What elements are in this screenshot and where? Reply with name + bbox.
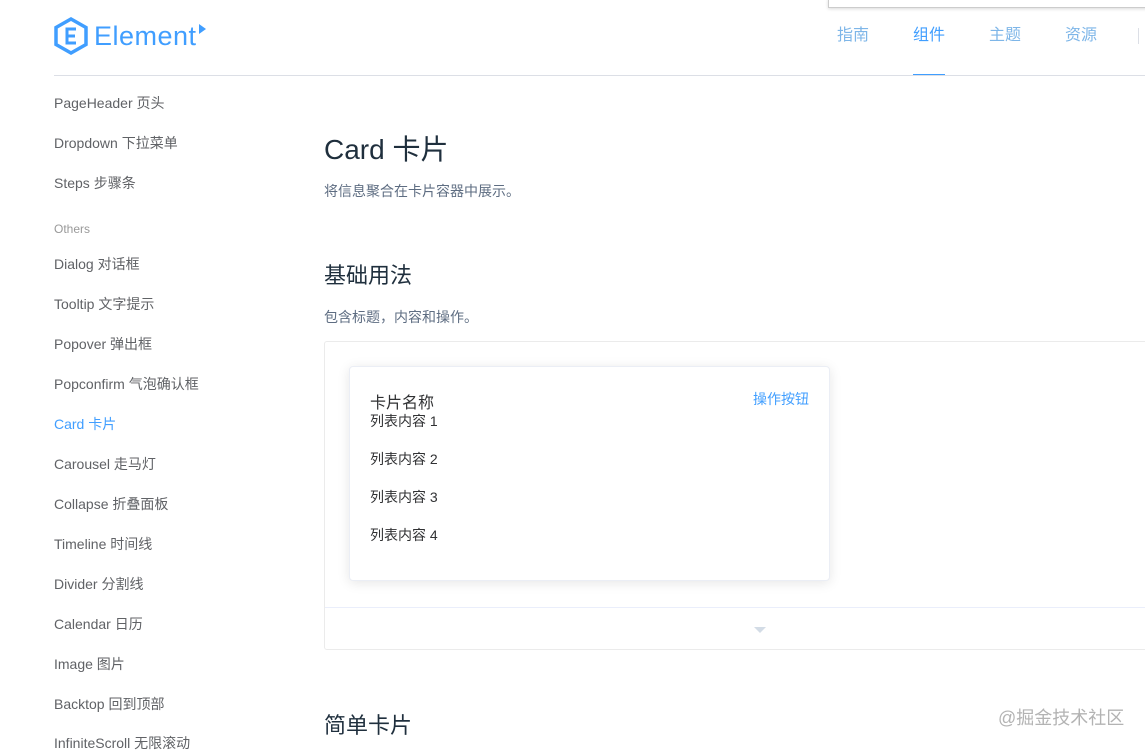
logo-text: Element bbox=[94, 20, 197, 51]
card-list-item: 列表内容 3 bbox=[370, 489, 438, 505]
sidebar-item-infinitescroll[interactable]: InfiniteScroll 无限滚动 bbox=[54, 733, 190, 753]
sidebar-item-pageheader[interactable]: PageHeader 页头 bbox=[54, 93, 165, 113]
sidebar-item-collapse[interactable]: Collapse 折叠面板 bbox=[54, 494, 168, 514]
card-action-button[interactable]: 操作按钮 bbox=[753, 389, 809, 409]
sidebar-item-dialog[interactable]: Dialog 对话框 bbox=[54, 254, 140, 274]
card-title: 卡片名称 bbox=[370, 395, 435, 412]
page-title: Card 卡片 bbox=[324, 134, 449, 165]
sidebar-item-popover[interactable]: Popover 弹出框 bbox=[54, 334, 152, 354]
card-list-item: 列表内容 1 bbox=[370, 413, 438, 429]
sidebar-item-popconfirm[interactable]: Popconfirm 气泡确认框 bbox=[54, 374, 199, 394]
sidebar-group-others: Others bbox=[54, 222, 91, 236]
sidebar-item-image[interactable]: Image 图片 bbox=[54, 654, 125, 674]
card-list-item: 列表内容 4 bbox=[370, 527, 438, 543]
header-divider bbox=[54, 75, 1145, 76]
element-logo[interactable]: Element bbox=[54, 16, 206, 56]
nav-separator bbox=[1138, 28, 1139, 44]
demo-expand-bar[interactable] bbox=[325, 607, 1145, 651]
element-logo-icon bbox=[54, 17, 88, 55]
sidebar-item-divider[interactable]: Divider 分割线 bbox=[54, 574, 143, 594]
sidebar-item-backtop[interactable]: Backtop 回到顶部 bbox=[54, 694, 164, 714]
section-title-simple: 简单卡片 bbox=[324, 713, 413, 738]
page-description: 将信息聚合在卡片容器中展示。 bbox=[324, 183, 520, 199]
watermark: @掘金技术社区 bbox=[998, 708, 1125, 728]
nav-theme[interactable]: 主题 bbox=[989, 0, 1021, 76]
sidebar-item-carousel[interactable]: Carousel 走马灯 bbox=[54, 454, 156, 474]
section-description-basic: 包含标题，内容和操作。 bbox=[324, 309, 478, 325]
card-list-item: 列表内容 2 bbox=[370, 451, 438, 467]
sidebar-item-calendar[interactable]: Calendar 日历 bbox=[54, 614, 143, 634]
sidebar-item-tooltip[interactable]: Tooltip 文字提示 bbox=[54, 294, 154, 314]
search-popup[interactable] bbox=[828, 0, 1145, 8]
nav-guide[interactable]: 指南 bbox=[837, 0, 869, 76]
top-header: Element 指南 组件 主题 资源 bbox=[0, 0, 1145, 76]
card: 卡片名称 操作按钮 列表内容 1 列表内容 2 列表内容 3 列表内容 4 bbox=[349, 366, 830, 581]
nav-resource[interactable]: 资源 bbox=[1065, 0, 1097, 76]
nav-component[interactable]: 组件 bbox=[913, 0, 946, 76]
sidebar-item-card[interactable]: Card 卡片 bbox=[54, 414, 116, 434]
caret-down-icon bbox=[754, 627, 766, 633]
logo-flag-icon bbox=[198, 24, 206, 34]
sidebar-item-timeline[interactable]: Timeline 时间线 bbox=[54, 534, 152, 554]
sidebar-item-dropdown[interactable]: Dropdown 下拉菜单 bbox=[54, 133, 178, 153]
sidebar-item-steps[interactable]: Steps 步骤条 bbox=[54, 173, 136, 193]
section-title-basic: 基础用法 bbox=[324, 263, 413, 288]
